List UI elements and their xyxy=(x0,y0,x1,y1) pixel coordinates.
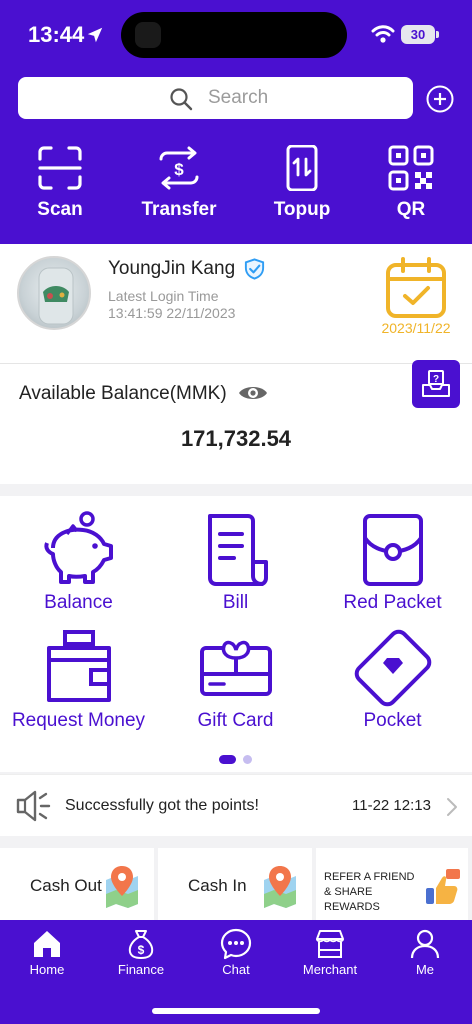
gift-card-service[interactable]: Gift Card xyxy=(157,628,314,732)
scan-label: Scan xyxy=(37,199,83,220)
svg-text:?: ? xyxy=(433,374,439,385)
user-name: YoungJin Kang xyxy=(108,258,236,279)
svg-text:$: $ xyxy=(174,160,184,179)
search-icon xyxy=(170,88,193,111)
header: 13:44 30 Scan $ Tr xyxy=(0,0,472,244)
tab-chat-label: Chat xyxy=(222,962,250,977)
status-bar: 13:44 30 xyxy=(0,0,472,70)
piggy-bank-icon xyxy=(43,511,113,584)
page-dot xyxy=(243,755,252,764)
notice-time: 11-22 12:13 xyxy=(352,797,431,814)
login-time-value: 13:41:59 22/11/2023 xyxy=(108,305,236,321)
topup-icon xyxy=(286,145,318,191)
tab-chat[interactable]: Chat xyxy=(189,928,283,977)
qr-label: QR xyxy=(396,199,426,220)
promo-row: Cash Out Cash In REFER A FRIEND & SHARE … xyxy=(0,848,472,920)
dynamic-island xyxy=(121,12,347,58)
location-arrow-icon xyxy=(87,27,103,43)
chevron-right-icon xyxy=(447,798,457,816)
tab-me[interactable]: Me xyxy=(378,928,472,977)
red-packet-service-label: Red Packet xyxy=(343,592,442,613)
balance-service[interactable]: Balance xyxy=(0,510,157,614)
camera-icon xyxy=(135,22,161,48)
page-dot-active xyxy=(219,755,236,764)
battery-tip xyxy=(436,31,439,38)
user-icon xyxy=(410,929,440,959)
tab-merchant[interactable]: Merchant xyxy=(283,928,377,977)
home-icon xyxy=(34,931,60,957)
calendar-check-icon[interactable] xyxy=(385,257,447,319)
cash-out-label: Cash Out xyxy=(30,876,102,895)
tab-me-label: Me xyxy=(415,962,435,977)
wifi-icon xyxy=(371,25,395,43)
bill-service[interactable]: Bill xyxy=(157,510,314,614)
tab-home[interactable]: Home xyxy=(0,928,94,977)
balance-card: Available Balance(MMK) ? 171,732.54 xyxy=(0,360,472,484)
map-pin-icon xyxy=(106,866,138,908)
request-money-service[interactable]: Request Money xyxy=(0,628,157,732)
available-balance-label: Available Balance(MMK) xyxy=(19,383,227,404)
calendar-date: 2023/11/22 xyxy=(381,320,451,336)
balance-service-label: Balance xyxy=(44,592,113,613)
bill-icon xyxy=(207,514,268,586)
notice-bar[interactable]: Successfully got the points! 11-22 12:13 xyxy=(0,774,472,836)
tab-merchant-label: Merchant xyxy=(302,962,358,977)
red-packet-service[interactable]: Red Packet xyxy=(314,510,471,614)
avatar-image xyxy=(38,267,74,325)
services-grid: Balance Bill Red Packet Request Money Gi… xyxy=(0,496,472,772)
topup-label: Topup xyxy=(273,199,331,220)
gift-card-service-label: Gift Card xyxy=(197,710,274,731)
tab-finance[interactable]: $ Finance xyxy=(94,928,188,977)
speaker-icon xyxy=(16,790,51,822)
transfer-label: Transfer xyxy=(141,199,217,220)
inbox-question-icon: ? xyxy=(422,370,450,397)
pocket-icon xyxy=(354,629,431,707)
page-indicator[interactable] xyxy=(219,755,259,765)
inbox-help-button[interactable]: ? xyxy=(412,360,460,408)
eye-icon[interactable] xyxy=(238,383,268,403)
add-circle-icon[interactable] xyxy=(426,85,454,113)
verified-shield-icon xyxy=(244,258,265,280)
transfer-button[interactable]: $ Transfer xyxy=(124,145,234,221)
avatar[interactable] xyxy=(17,256,91,330)
thumbs-up-icon xyxy=(426,869,460,904)
home-indicator xyxy=(152,1008,320,1014)
profile-card: YoungJin Kang Latest Login Time 13:41:59… xyxy=(0,244,472,364)
tab-home-label: Home xyxy=(29,962,65,977)
topup-button[interactable]: Topup xyxy=(247,145,357,221)
store-icon xyxy=(316,930,344,958)
chat-icon xyxy=(220,928,252,960)
wallet-icon xyxy=(46,630,111,702)
qr-button[interactable]: QR xyxy=(356,145,466,221)
status-time: 13:44 xyxy=(28,22,85,47)
cash-in-card[interactable]: Cash In xyxy=(158,848,312,920)
map-pin-icon xyxy=(264,866,296,908)
battery-indicator: 30 xyxy=(401,25,435,44)
gift-card-icon xyxy=(199,640,272,696)
pocket-service[interactable]: Pocket xyxy=(314,628,471,732)
notice-text: Successfully got the points! xyxy=(65,797,259,814)
refer-friend-label: REFER A FRIEND & SHARE REWARDS xyxy=(324,871,415,913)
transfer-icon: $ xyxy=(159,146,199,190)
cash-in-label: Cash In xyxy=(188,876,247,895)
pocket-service-label: Pocket xyxy=(363,710,422,731)
refer-friend-card[interactable]: REFER A FRIEND & SHARE REWARDS xyxy=(316,848,468,920)
request-money-service-label: Request Money xyxy=(11,710,146,731)
search-input[interactable] xyxy=(208,77,398,119)
qr-icon xyxy=(388,145,434,191)
svg-text:$: $ xyxy=(138,943,145,957)
balance-amount: 171,732.54 xyxy=(180,426,292,451)
red-packet-icon xyxy=(362,514,423,586)
scan-button[interactable]: Scan xyxy=(5,145,115,221)
search-bar[interactable] xyxy=(18,77,413,119)
cash-out-card[interactable]: Cash Out xyxy=(0,848,154,920)
money-bag-icon: $ xyxy=(128,930,154,960)
login-time-label: Latest Login Time xyxy=(108,288,219,304)
scan-icon xyxy=(38,146,82,190)
tab-finance-label: Finance xyxy=(117,962,165,977)
bottom-tab-bar: Home $ Finance Chat Merchant Me xyxy=(0,920,472,1024)
bill-service-label: Bill xyxy=(222,592,249,613)
